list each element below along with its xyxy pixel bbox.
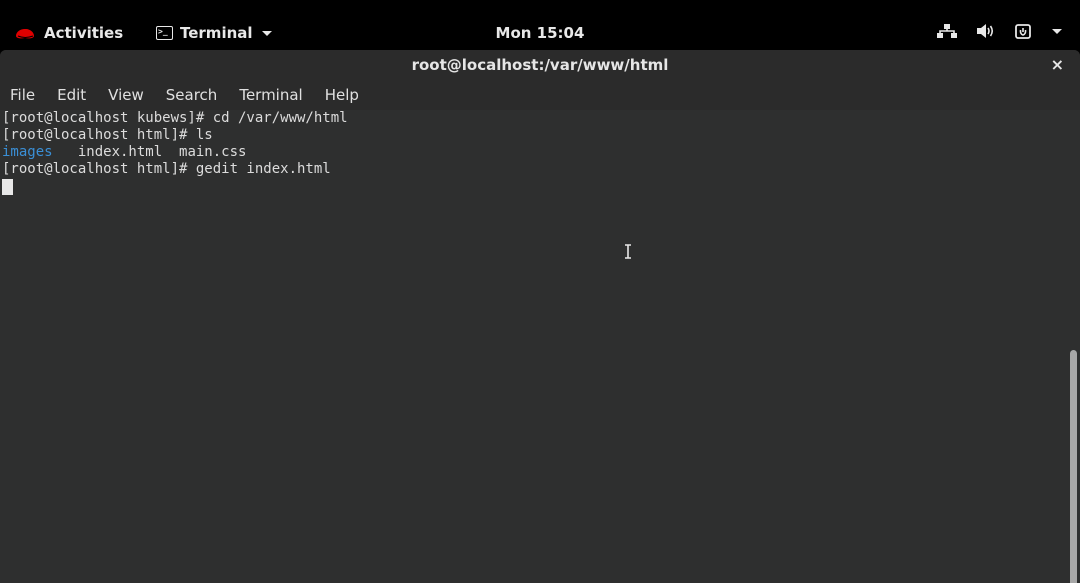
power-icon — [1015, 24, 1031, 39]
top-bar: Activities >_ Terminal Mon 15:04 — [0, 0, 1080, 50]
menu-edit[interactable]: Edit — [57, 86, 86, 104]
close-icon[interactable]: × — [1051, 50, 1064, 80]
clock[interactable]: Mon 15:04 — [0, 24, 1080, 42]
menu-terminal[interactable]: Terminal — [239, 86, 302, 104]
terminal-line: images index.html main.css — [2, 144, 1066, 161]
menu-view[interactable]: View — [108, 86, 144, 104]
ibeam-pointer-icon — [625, 244, 631, 259]
window-title: root@localhost:/var/www/html — [411, 56, 669, 74]
terminal-line: [root@localhost kubews]# cd /var/www/htm… — [2, 110, 348, 126]
menu-search[interactable]: Search — [166, 86, 218, 104]
menu-file[interactable]: File — [10, 86, 35, 104]
scrollbar-thumb[interactable] — [1070, 350, 1077, 583]
system-status-area[interactable] — [936, 22, 1062, 40]
network-icon — [937, 24, 957, 38]
chevron-down-icon — [1052, 28, 1062, 34]
terminal-line: [root@localhost html]# gedit index.html — [2, 161, 331, 177]
vertical-scrollbar[interactable] — [1066, 110, 1080, 583]
terminal-output[interactable]: [root@localhost kubews]# cd /var/www/htm… — [0, 110, 1066, 583]
volume-icon — [977, 24, 994, 38]
terminal-line: [root@localhost html]# ls — [2, 127, 213, 143]
terminal-window: root@localhost:/var/www/html × File Edit… — [0, 50, 1080, 583]
window-titlebar[interactable]: root@localhost:/var/www/html × — [0, 50, 1080, 80]
menu-help[interactable]: Help — [325, 86, 359, 104]
directory-entry: images — [2, 144, 53, 160]
file-entries: index.html main.css — [52, 144, 247, 160]
text-cursor — [2, 179, 13, 195]
terminal-prompt-line — [2, 178, 1066, 195]
menu-bar: File Edit View Search Terminal Help — [0, 80, 1080, 110]
